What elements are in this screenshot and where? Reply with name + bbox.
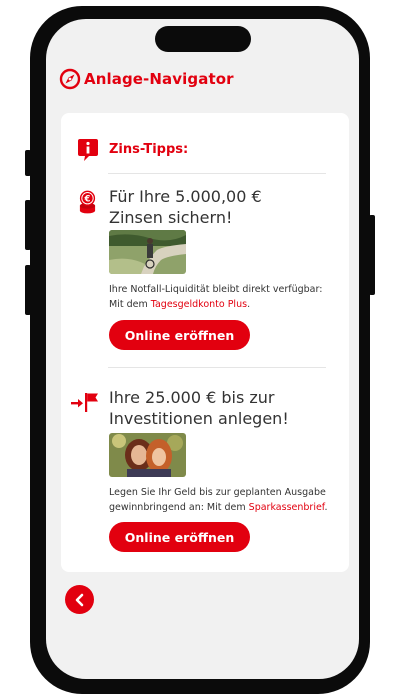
tagesgeldkonto-link[interactable]: Tagesgeldkonto Plus [151, 299, 247, 310]
tip-headline: Ihre 25.000 € bis zur Investitionen anle… [109, 387, 339, 429]
tip-body: Legen Sie Ihr Geld bis zur geplanten Aus… [109, 485, 339, 515]
arrow-to-flag-icon [71, 393, 98, 412]
tip-headline-line: Für Ihre 5.000,00 € [109, 187, 262, 206]
tip-body-suffix: . [247, 299, 251, 310]
tip-headline-line: Zinsen sichern! [109, 208, 233, 227]
tips-heading: Zins-Tipps: [109, 142, 189, 157]
tip-headline: Für Ihre 5.000,00 € Zinsen sichern! [109, 186, 339, 228]
app-title: Anlage-Navigator [84, 70, 234, 88]
coin-stack-icon: € [79, 190, 96, 214]
tip-body: Ihre Notfall-Liquidität bleibt direkt ve… [109, 282, 339, 312]
info-speech-bubble-icon [78, 139, 98, 161]
friends-photo-image [109, 433, 186, 477]
cycling-photo-image [109, 230, 186, 274]
dynamic-island [155, 26, 251, 52]
friends-photo [109, 433, 186, 477]
open-online-button[interactable]: Online eröffnen [109, 522, 250, 552]
sparkassenbrief-link[interactable]: Sparkassenbrief [249, 502, 325, 513]
back-button[interactable] [65, 585, 94, 614]
app-header: Anlage-Navigator [59, 66, 234, 92]
tip-headline-line: Ihre 25.000 € bis zur [109, 388, 275, 407]
cycling-photo [109, 230, 186, 274]
divider [108, 367, 326, 368]
tip-body-suffix: . [324, 502, 328, 513]
tip-headline-line: Investitionen anlegen! [109, 409, 289, 428]
open-online-button[interactable]: Online eröffnen [109, 320, 250, 350]
compass-icon [59, 68, 81, 90]
svg-text:€: € [84, 195, 91, 205]
divider [108, 173, 326, 174]
chevron-left-icon [75, 593, 83, 606]
